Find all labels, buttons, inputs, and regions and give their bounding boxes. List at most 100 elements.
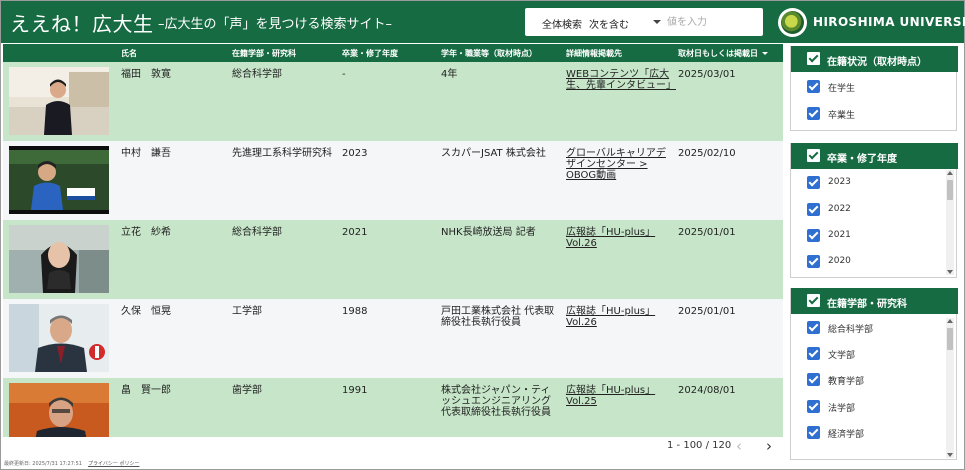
table-row[interactable]: 福田 敦寛 総合科学部 - 4年 WEBコンテンツ「広大生、先輩インタビュー」 … <box>3 62 783 141</box>
cell-job: 4年 <box>441 69 458 80</box>
university-logo-icon[interactable] <box>778 8 807 37</box>
search-label: 全体検索 <box>542 20 582 31</box>
chevron-down-icon <box>653 20 661 24</box>
profile-photo[interactable] <box>9 304 109 372</box>
cell-year: 1988 <box>342 306 368 317</box>
global-search-box: 全体検索 次を含む <box>525 8 763 36</box>
checkbox[interactable] <box>807 373 820 386</box>
cell-dept: 先進理工系科学研究科 <box>232 148 332 159</box>
profile-photo[interactable] <box>9 146 109 214</box>
filter-option-label: 在学生 <box>828 84 856 94</box>
pagination: 1 - 100 / 120 ‹ › <box>3 437 783 457</box>
filter-panel-status: 在籍状況（取材時点） 在学生 卒業生 <box>790 46 958 131</box>
checkbox[interactable] <box>807 80 820 93</box>
profile-photo[interactable] <box>9 67 109 135</box>
filter-panel-grad-year: 卒業・修了年度 2023 2022 2021 2020 <box>790 143 958 278</box>
cell-detail-link[interactable]: 広報誌「HU-plus」Vol.26 <box>566 306 671 328</box>
profile-photo[interactable] <box>9 383 109 437</box>
checkbox[interactable] <box>807 321 820 334</box>
column-header-name[interactable]: 氏名 <box>121 48 137 59</box>
filter-option-label: 2021 <box>828 230 851 240</box>
column-header-date[interactable]: 取材日もしくは掲載日 <box>678 48 768 59</box>
checkbox[interactable] <box>807 255 820 268</box>
table-row[interactable]: 畠 賢一郎 歯学部 1991 株式会社ジャパン・ティッシュエンジニアリング 代表… <box>3 378 783 437</box>
filter-option-label: 卒業生 <box>828 111 856 121</box>
filter-option-label: 2022 <box>828 204 851 214</box>
scrollbar[interactable] <box>946 318 954 458</box>
select-all-checkbox[interactable] <box>807 52 820 65</box>
search-mode-value: 次を含む <box>589 20 629 31</box>
checkbox[interactable] <box>807 229 820 242</box>
search-mode-select[interactable]: 次を含む <box>589 14 663 31</box>
filter-option-label: 文学部 <box>828 351 856 361</box>
column-header-year[interactable]: 卒業・修了年度 <box>342 48 398 59</box>
search-input[interactable] <box>667 12 745 32</box>
site-header: ええね！広大生 –広大生の「声」を見つける検索サイト– 全体検索 次を含む HI… <box>1 1 965 43</box>
table-row[interactable]: 立花 紗希 総合科学部 2021 NHK長崎放送局 記者 広報誌「HU-plus… <box>3 220 783 299</box>
filter-panel-header[interactable]: 在籍学部・研究科 <box>791 288 958 314</box>
cell-job: NHK長崎放送局 記者 <box>441 227 536 238</box>
cell-detail-link[interactable]: グローバルキャリアデザインセンター > OBOG動画 <box>566 148 671 181</box>
cell-detail-link[interactable]: 広報誌「HU-plus」Vol.26 <box>566 227 671 249</box>
cell-dept: 総合科学部 <box>232 69 282 80</box>
cell-name: 福田 敦寛 <box>121 69 171 80</box>
university-name[interactable]: HIROSHIMA UNIVERSITY <box>813 15 965 29</box>
results-table: 氏名 在籍学部・研究科 卒業・修了年度 学年・職業等（取材時点） 詳細情報掲載先… <box>3 44 783 437</box>
table-row[interactable]: 久保 恒晃 工学部 1988 戸田工業株式会社 代表取締役社長執行役員 広報誌「… <box>3 299 783 378</box>
checkbox[interactable] <box>807 426 820 439</box>
checkbox[interactable] <box>807 107 820 120</box>
checkbox[interactable] <box>807 347 820 360</box>
cell-name: 畠 賢一郎 <box>121 385 171 396</box>
table-row[interactable]: 中村 謙吾 先進理工系科学研究科 2023 スカパーJSAT 株式会社 グローバ… <box>3 141 783 220</box>
cell-year: 2023 <box>342 148 368 159</box>
profile-photo[interactable] <box>9 225 109 293</box>
cell-date: 2025/03/01 <box>678 69 736 80</box>
scroll-up-icon[interactable] <box>947 171 953 175</box>
cell-detail-link[interactable]: 広報誌「HU-plus」Vol.25 <box>566 385 671 407</box>
chevron-left-icon[interactable]: ‹ <box>736 437 742 455</box>
filter-panel-title: 卒業・修了年度 <box>827 154 897 165</box>
scroll-down-icon[interactable] <box>947 453 953 457</box>
cell-year: 1991 <box>342 385 368 396</box>
filter-option-label: 2020 <box>828 256 851 266</box>
checkbox[interactable] <box>807 176 820 189</box>
scrollbar-thumb[interactable] <box>947 180 953 200</box>
cell-date: 2025/01/01 <box>678 227 736 238</box>
sort-desc-icon <box>762 52 768 55</box>
site-title[interactable]: ええね！広大生 <box>10 8 154 37</box>
cell-date: 2025/01/01 <box>678 306 736 317</box>
filter-panel-header[interactable]: 在籍状況（取材時点） <box>791 46 958 72</box>
cell-job: 戸田工業株式会社 代表取締役社長執行役員 <box>441 306 555 328</box>
footer: 最終更新日: 2025/7/31 17:27:51 プライバシー ポリシー <box>4 460 139 467</box>
table-header: 氏名 在籍学部・研究科 卒業・修了年度 学年・職業等（取材時点） 詳細情報掲載先… <box>3 44 783 62</box>
column-header-date-label: 取材日もしくは掲載日 <box>678 49 758 58</box>
cell-job: スカパーJSAT 株式会社 <box>441 148 546 159</box>
scroll-up-icon[interactable] <box>947 319 953 323</box>
cell-dept: 総合科学部 <box>232 227 282 238</box>
cell-year: - <box>342 69 346 80</box>
cell-date: 2025/02/10 <box>678 148 736 159</box>
select-all-checkbox[interactable] <box>807 294 820 307</box>
cell-date: 2024/08/01 <box>678 385 736 396</box>
filter-panel-title: 在籍学部・研究科 <box>827 299 907 310</box>
cell-name: 立花 紗希 <box>121 227 171 238</box>
checkbox[interactable] <box>807 203 820 216</box>
filter-panel-header[interactable]: 卒業・修了年度 <box>791 143 958 169</box>
last-updated: 最終更新日: 2025/7/31 17:27:51 <box>4 461 82 467</box>
select-all-checkbox[interactable] <box>807 149 820 162</box>
scrollbar-thumb[interactable] <box>947 328 953 350</box>
column-header-dept[interactable]: 在籍学部・研究科 <box>232 48 296 59</box>
cell-name: 中村 謙吾 <box>121 148 171 159</box>
column-header-job[interactable]: 学年・職業等（取材時点） <box>441 48 537 59</box>
scroll-down-icon[interactable] <box>947 270 953 274</box>
cell-dept: 歯学部 <box>232 385 262 396</box>
column-header-link[interactable]: 詳細情報掲載先 <box>566 48 622 59</box>
chevron-right-icon[interactable]: › <box>766 437 772 455</box>
cell-year: 2021 <box>342 227 368 238</box>
site-subtitle: –広大生の「声」を見つける検索サイト– <box>158 17 393 32</box>
privacy-policy-link[interactable]: プライバシー ポリシー <box>88 461 140 467</box>
checkbox[interactable] <box>807 400 820 413</box>
filter-option-label: 総合科学部 <box>828 325 874 335</box>
scrollbar[interactable] <box>946 170 954 275</box>
cell-detail-link[interactable]: WEBコンテンツ「広大生、先輩インタビュー」 <box>566 69 676 91</box>
